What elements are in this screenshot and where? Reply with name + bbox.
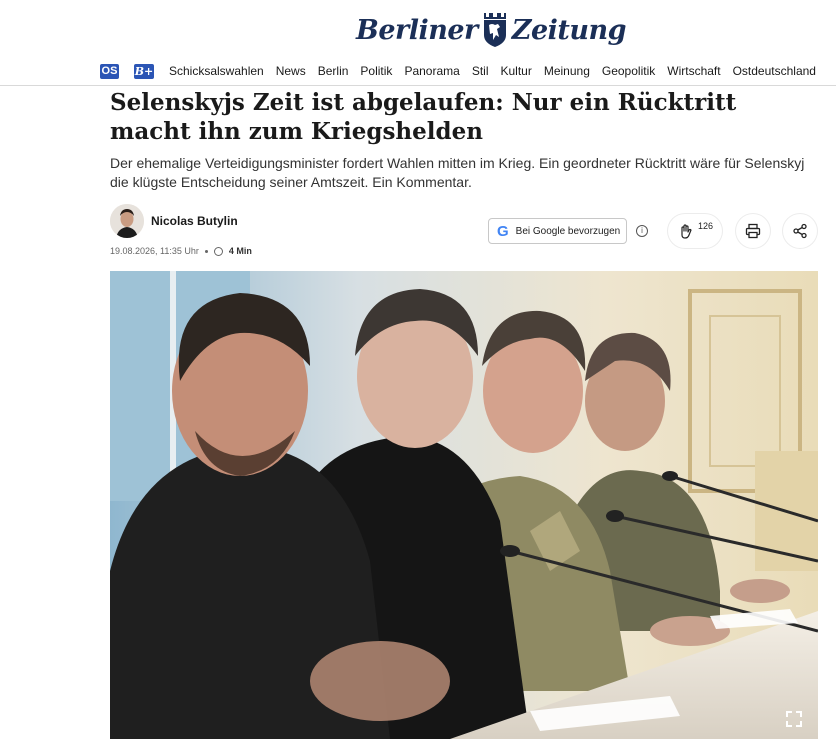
site-logo[interactable]: Berliner Zeitung (356, 8, 627, 52)
nav-item-politik[interactable]: Politik (360, 64, 392, 78)
share-icon (793, 223, 807, 239)
printer-icon (745, 223, 761, 239)
article-meta: 19.08.2026, 11:35 Uhr 4 Min (110, 246, 252, 256)
nav-item-berlin[interactable]: Berlin (318, 64, 349, 78)
clap-button[interactable]: 126 (668, 214, 722, 248)
share-button[interactable] (783, 214, 817, 248)
fullscreen-button[interactable] (784, 709, 804, 729)
nav-item-stil[interactable]: Stil (472, 64, 489, 78)
author-avatar[interactable] (110, 204, 144, 238)
read-time: 4 Min (228, 246, 252, 256)
google-preferred-button[interactable]: G Bei Google bevorzugen (488, 218, 627, 244)
google-preferred-label: Bei Google bevorzugen (515, 225, 621, 237)
google-icon: G (497, 222, 509, 240)
clap-count: 126 (698, 221, 714, 231)
badge-bplus[interactable]: B+ (134, 63, 154, 79)
site-header: Berliner Zeitung OS B+ Schicksalswahlen … (0, 0, 836, 86)
logo-word-right: Zeitung (511, 14, 627, 46)
author-portrait-icon (110, 204, 144, 238)
nav-item-wirtschaft[interactable]: Wirtschaft (667, 64, 720, 78)
author-name[interactable]: Nicolas Butylin (151, 214, 238, 228)
nav-item-schicksalswahlen[interactable]: Schicksalswahlen (169, 64, 264, 78)
nav-item-geopolitik[interactable]: Geopolitik (602, 64, 655, 78)
nav-item-panorama[interactable]: Panorama (404, 64, 459, 78)
badge-os[interactable]: OS (100, 63, 119, 79)
article-hero-image[interactable] (110, 271, 818, 739)
fullscreen-icon (786, 711, 802, 727)
article-lead: Der ehemalige Verteidigungsminister ford… (110, 155, 805, 190)
print-button[interactable] (736, 214, 770, 248)
clock-icon (213, 246, 223, 256)
article-headline: Selenskyjs Zeit ist abgelaufen: Nur ein … (110, 89, 737, 145)
nav-item-news[interactable]: News (276, 64, 306, 78)
meta-separator (204, 249, 208, 253)
nav-item-meinung[interactable]: Meinung (544, 64, 590, 78)
info-icon[interactable]: i (636, 225, 648, 237)
publish-date: 19.08.2026, 11:35 Uhr (110, 246, 199, 256)
nav-item-ostdeutschland[interactable]: Ostdeutschland (733, 64, 816, 78)
nav-item-kultur[interactable]: Kultur (500, 64, 531, 78)
bear-crest-icon (483, 13, 506, 47)
main-nav: OS B+ Schicksalswahlen News Berlin Polit… (100, 62, 828, 80)
clap-icon (681, 224, 692, 239)
hero-photo (110, 271, 818, 739)
logo-word-left: Berliner (356, 14, 478, 46)
